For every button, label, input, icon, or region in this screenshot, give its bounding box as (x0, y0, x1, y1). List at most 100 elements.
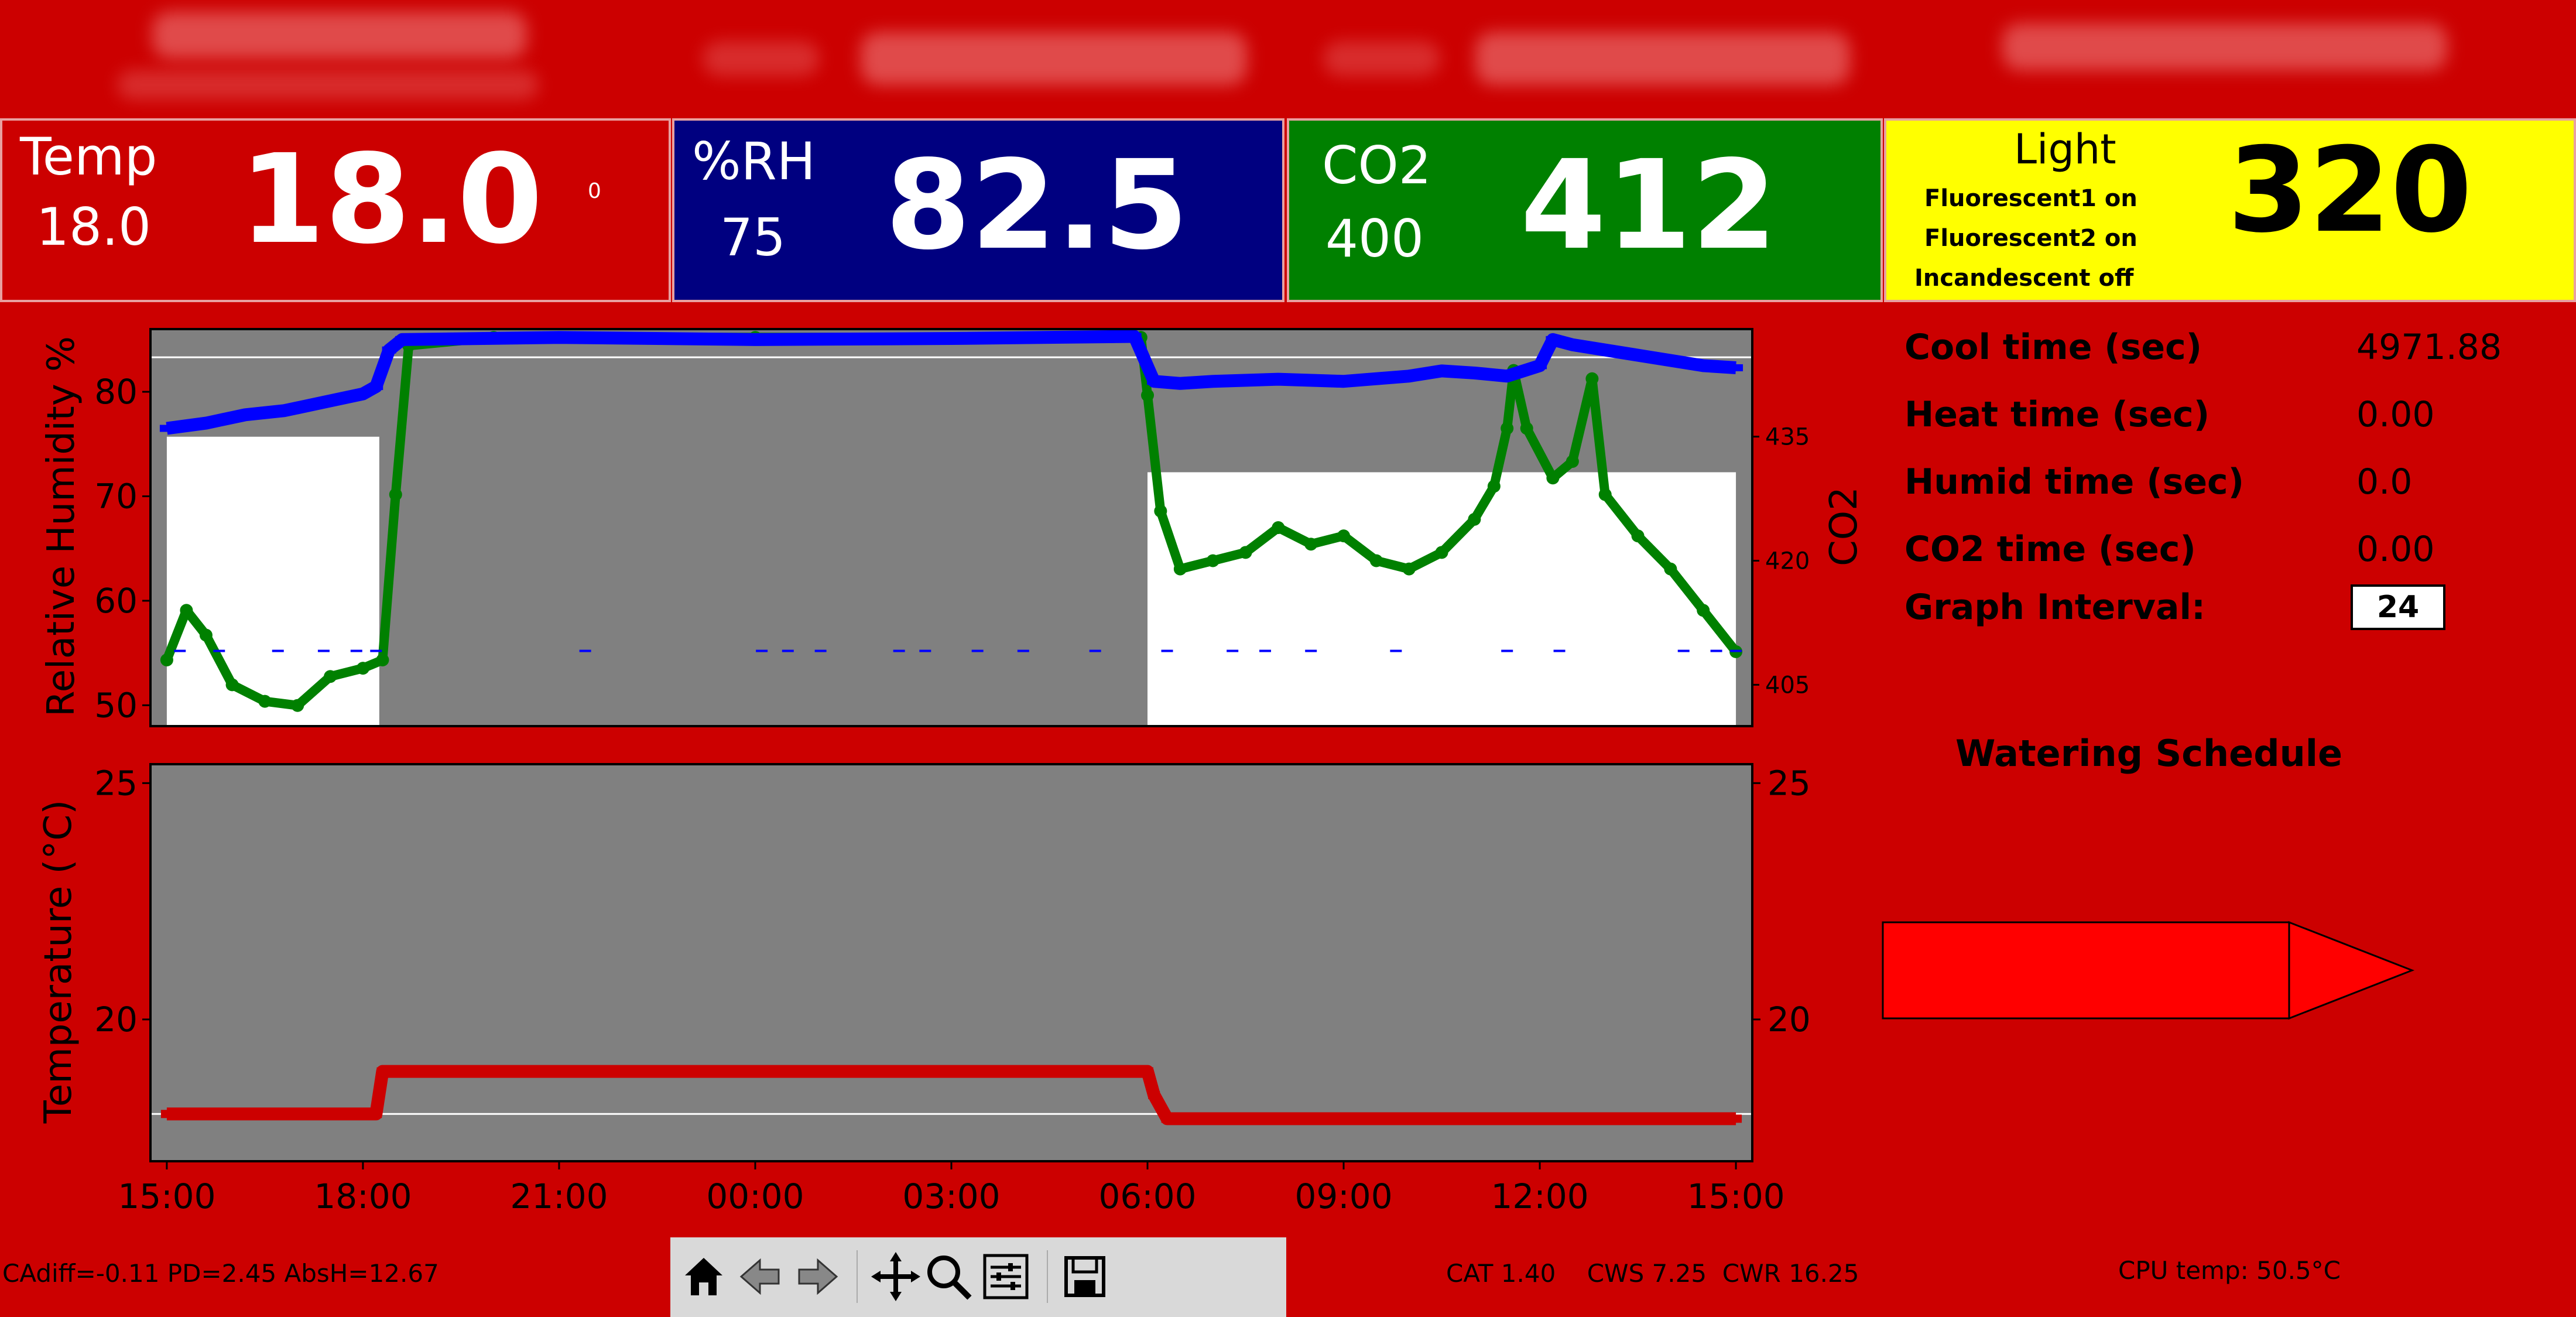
co2-label: CO2 (1322, 135, 1431, 196)
co2-point (225, 678, 239, 692)
co2-point (1566, 455, 1579, 468)
co2-point (1487, 480, 1501, 493)
y-tick-label: 50 (94, 685, 138, 725)
co2-point (1468, 512, 1481, 526)
rh-point (238, 411, 252, 419)
co2-point (1546, 471, 1560, 485)
save-icon[interactable] (1059, 1250, 1111, 1303)
co2-point (1206, 554, 1220, 567)
rh-point (1500, 372, 1515, 380)
graph-interval-input[interactable]: 24 (2351, 584, 2445, 630)
watering-schedule-title: Watering Schedule (1955, 732, 2343, 775)
temperature-chart[interactable]: 20 20 25 25 15:00 18:00 21:00 00:00 03:00 06:00 09… (0, 750, 1873, 1224)
home-icon[interactable] (677, 1250, 730, 1303)
humidity-co2-chart[interactable]: 50 60 70 80 405 420 435 (0, 316, 1873, 738)
co2-point (1501, 422, 1514, 435)
y-tick-label: 80 (94, 372, 138, 412)
rh-point (355, 390, 370, 398)
rh-point (1546, 336, 1560, 343)
co2-point (389, 488, 402, 501)
light-status-line: Incandescent off (1914, 265, 2134, 292)
x-tick-label: 15:00 (118, 1176, 215, 1216)
humidifier-marker (756, 649, 768, 652)
blurred-header (0, 0, 2576, 117)
light-on-band (1147, 472, 1736, 726)
stat-value: 0.0 (2356, 461, 2413, 502)
rh-point (1729, 364, 1743, 372)
rh-point (395, 336, 409, 343)
rh-point (1467, 369, 1482, 377)
y2-tick-label: 20 (1767, 1000, 1811, 1039)
co2-point (160, 654, 173, 666)
x-tick-label: 00:00 (706, 1176, 804, 1216)
co2-point (1337, 529, 1351, 543)
humidifier-marker (1017, 649, 1029, 652)
rh-point (1533, 362, 1547, 370)
rh-label: %RH (692, 131, 816, 191)
co2-point (199, 628, 213, 642)
co2-point (1402, 562, 1416, 576)
configure-subplots-icon[interactable] (979, 1250, 1032, 1303)
humidifier-marker (1710, 649, 1722, 652)
y-tick-label: 70 (94, 476, 138, 516)
x-tick-label: 06:00 (1098, 1176, 1196, 1216)
rh-point (551, 334, 566, 341)
stat-label: CO2 time (sec) (1904, 529, 2196, 570)
humidifier-marker (1305, 649, 1317, 652)
degree-marker: 0 (588, 179, 601, 203)
y-tick-label: 60 (94, 581, 138, 621)
light-value: 320 (2228, 122, 2472, 259)
toolbar-separator (1047, 1250, 1048, 1303)
humidifier-marker (1677, 649, 1690, 652)
temp-setpoint: 18.0 (36, 197, 151, 257)
rh-point (316, 398, 331, 406)
stat-label: Humid time (sec) (1904, 461, 2245, 502)
co2-point (1435, 546, 1448, 559)
rh-point (1434, 367, 1449, 375)
y-tick-label: 25 (94, 763, 138, 803)
rh-setpoint: 75 (720, 207, 786, 268)
co2-point (1664, 562, 1677, 576)
rh-point (1630, 351, 1645, 359)
zoom-icon[interactable] (922, 1250, 975, 1303)
co2-point (324, 670, 337, 683)
co2-panel: CO2 400 412 (1287, 118, 1883, 302)
humidity-panel: %RH 75 82.5 (672, 118, 1284, 302)
co2-point (1369, 554, 1383, 567)
x-tick-label: 03:00 (902, 1176, 1000, 1216)
humidifier-marker (893, 649, 905, 652)
watering-schedule-arrow[interactable] (1879, 916, 2418, 1022)
humidifier-marker (1553, 649, 1566, 652)
x-tick-label: 12:00 (1491, 1176, 1588, 1216)
humidifier-marker (1227, 649, 1239, 652)
light-panel: Light Fluorescent1 on Fluorescent2 on In… (1884, 118, 2576, 302)
co2-point (1598, 488, 1612, 501)
humidifier-marker (350, 649, 362, 652)
forward-arrow-icon[interactable] (792, 1250, 844, 1303)
x-tick-label: 15:00 (1687, 1176, 1785, 1216)
temperature-point (370, 1110, 382, 1118)
back-arrow-icon[interactable] (734, 1250, 786, 1303)
co2-point (1141, 389, 1155, 402)
rh-point (1205, 378, 1220, 385)
humidifier-marker (1161, 649, 1173, 652)
co2-cycle-text: CAT 1.40 CWS 7.25 CWR 16.25 (1446, 1259, 1859, 1288)
temperature-point (160, 1110, 173, 1118)
pan-icon[interactable] (869, 1250, 922, 1303)
humidifier-marker (1390, 649, 1402, 652)
rh-point (369, 383, 383, 391)
humidifier-marker (213, 649, 225, 652)
x-tick-label: 21:00 (510, 1176, 608, 1216)
rh-point (944, 335, 958, 343)
rh-point (1147, 378, 1162, 385)
humidifier-marker (272, 649, 284, 652)
rh-point (198, 419, 213, 427)
co2-point (1272, 521, 1285, 534)
rh-point (382, 346, 396, 354)
rh-value: 82.5 (885, 134, 1189, 277)
co2-point (1304, 538, 1318, 551)
co2-point (180, 604, 193, 617)
rh-point (748, 336, 762, 343)
light-on-band (166, 436, 379, 726)
co2-point (1520, 422, 1533, 435)
